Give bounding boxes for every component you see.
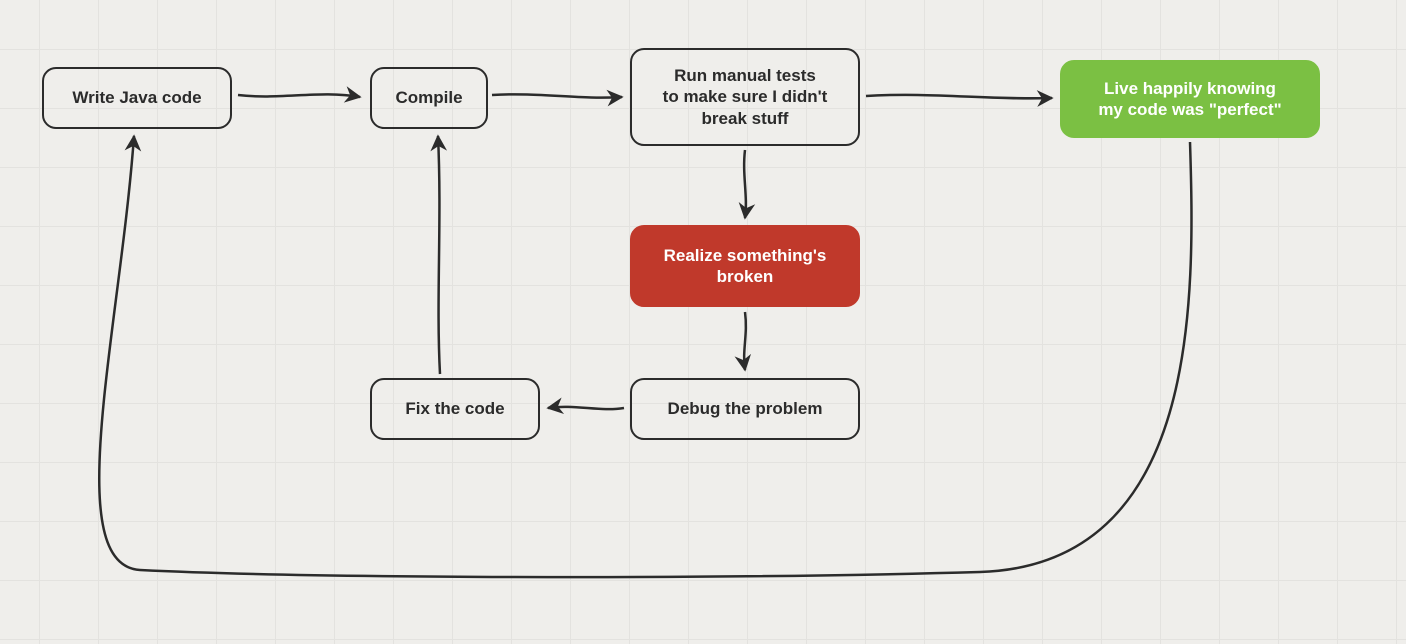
node-run-manual-tests: Run manual tests to make sure I didn't b…	[630, 48, 860, 146]
node-label: Live happily knowing my code was "perfec…	[1098, 78, 1281, 121]
node-realize-broken: Realize something's broken	[630, 225, 860, 307]
edge-runtests-to-realize	[744, 150, 746, 218]
node-label: Fix the code	[405, 398, 504, 419]
node-compile: Compile	[370, 67, 488, 129]
node-write-java-code: Write Java code	[42, 67, 232, 129]
edge-realize-to-debug	[744, 312, 746, 370]
edge-runtests-to-happy	[866, 95, 1052, 98]
diagram-canvas: Write Java code Compile Run manual tests…	[0, 0, 1406, 644]
edge-compile-to-runtests	[492, 94, 622, 97]
node-label: Write Java code	[72, 87, 201, 108]
node-label: Run manual tests to make sure I didn't b…	[663, 65, 828, 129]
edge-write-to-compile	[238, 94, 360, 97]
node-fix-code: Fix the code	[370, 378, 540, 440]
node-debug-problem: Debug the problem	[630, 378, 860, 440]
edge-happy-to-write	[99, 136, 1191, 577]
edge-fix-to-compile	[438, 136, 440, 374]
edge-debug-to-fix	[548, 407, 624, 409]
node-label: Realize something's broken	[664, 245, 827, 288]
node-live-happily: Live happily knowing my code was "perfec…	[1060, 60, 1320, 138]
node-label: Debug the problem	[668, 398, 823, 419]
node-label: Compile	[395, 87, 462, 108]
